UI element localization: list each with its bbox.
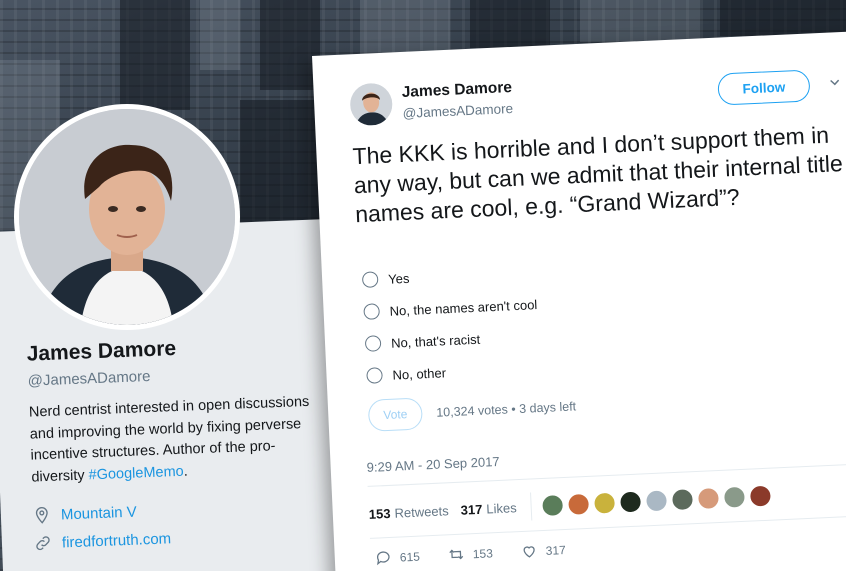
tweet-timestamp[interactable]: 9:29 AM - 20 Sep 2017 [366, 454, 500, 475]
profile-website[interactable]: firedfortruth.com [34, 523, 334, 553]
poll-option-label: No, the names aren't cool [389, 296, 538, 319]
avatar-photo [19, 109, 235, 325]
retweet-count: 153 [472, 545, 494, 561]
poll-option-label: No, other [392, 364, 447, 383]
profile-bio: Nerd centrist interested in open discuss… [29, 392, 322, 489]
likes-stat[interactable]: 317 Likes [460, 500, 517, 518]
poll-time-left: 3 days left [518, 399, 577, 416]
radio-icon[interactable] [363, 303, 381, 320]
radio-icon[interactable] [366, 367, 383, 384]
tweet-card: James Damore @JamesADamore Follow The KK… [312, 30, 846, 571]
tweet-stats: 153 Retweets 317 Likes [368, 481, 776, 527]
poll-votes: 10,324 votes [435, 402, 509, 420]
heart-icon [523, 546, 535, 558]
profile-handle[interactable]: @JamesADamore [27, 361, 327, 390]
website-link[interactable]: firedfortruth.com [62, 530, 172, 551]
liker-avatars [541, 484, 776, 518]
reply-button[interactable]: 615 [374, 548, 420, 567]
profile-avatar[interactable] [14, 104, 240, 330]
radio-icon[interactable] [364, 335, 382, 352]
tweet-text: The KKK is horrible and I don’t support … [352, 121, 844, 228]
retweet-button[interactable]: 153 [447, 544, 493, 563]
liker-avatar[interactable] [722, 485, 746, 509]
tweet-author-avatar[interactable] [349, 82, 394, 127]
liker-avatar[interactable] [696, 486, 720, 510]
liker-avatar[interactable] [748, 484, 772, 508]
tweet-actions: 615 153 317 [374, 540, 594, 567]
bio-end: . [183, 463, 188, 480]
liker-avatar[interactable] [619, 490, 643, 514]
divider [529, 492, 533, 521]
liker-avatar[interactable] [670, 488, 694, 512]
liker-avatar[interactable] [645, 489, 668, 513]
poll-meta: 10,324 votes • 3 days left [436, 399, 576, 419]
retweets-count: 153 [368, 505, 391, 522]
tweet-author-name[interactable]: James Damore [401, 79, 512, 102]
liker-avatar[interactable] [593, 491, 617, 515]
follow-button[interactable]: Follow [717, 69, 811, 106]
profile-name[interactable]: James Damore [26, 331, 327, 366]
liker-avatar[interactable] [567, 492, 591, 516]
retweets-label: Retweets [394, 502, 449, 521]
chevron-down-icon[interactable] [828, 76, 841, 89]
reply-count: 615 [399, 549, 421, 565]
link-icon [36, 536, 50, 551]
location-text: Mountain V [60, 503, 138, 523]
retweet-icon [449, 549, 464, 560]
profile-location[interactable]: Mountain V [33, 495, 333, 525]
likes-label: Likes [485, 499, 517, 517]
vote-button[interactable]: Vote [367, 397, 424, 432]
bio-hashtag-link[interactable]: #GoogleMemo [88, 463, 184, 483]
likes-count: 317 [460, 501, 483, 518]
liker-avatar[interactable] [541, 494, 565, 518]
reply-icon [377, 551, 390, 566]
location-pin-icon [35, 507, 48, 524]
like-count: 317 [545, 542, 567, 558]
poll-option-label: No, that's racist [390, 331, 481, 351]
poll-option-label: Yes [387, 270, 410, 287]
like-button[interactable]: 317 [520, 541, 566, 560]
tweet-author-handle[interactable]: @JamesADamore [402, 101, 513, 121]
retweets-stat[interactable]: 153 Retweets [368, 503, 449, 522]
poll: Yes No, the names aren't cool No, that's… [361, 246, 766, 392]
poll-separator: • [510, 402, 517, 417]
radio-icon[interactable] [361, 271, 379, 288]
